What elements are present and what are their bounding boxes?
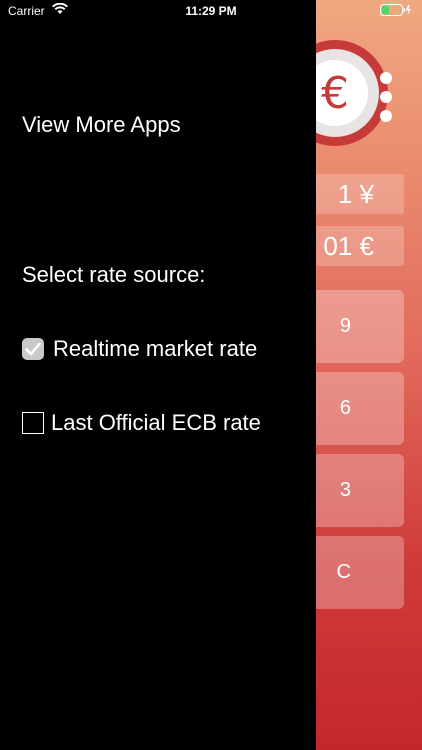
option-realtime-rate[interactable]: Realtime market rate bbox=[22, 336, 257, 362]
display-euro: 01 € bbox=[316, 226, 404, 266]
key-9[interactable]: 9 bbox=[316, 290, 404, 363]
option-realtime-label: Realtime market rate bbox=[53, 336, 258, 361]
svg-text:€: € bbox=[321, 68, 349, 119]
checkbox-checked-icon[interactable] bbox=[22, 338, 44, 360]
key-6[interactable]: 6 bbox=[316, 372, 404, 445]
side-drawer: View More Apps Select rate source: Realt… bbox=[0, 0, 316, 750]
key-clear[interactable]: C bbox=[316, 536, 404, 609]
rate-source-heading: Select rate source: bbox=[22, 262, 206, 287]
status-bar: Carrier 11:29 PM bbox=[0, 0, 422, 22]
converter-app-background: € 1 ¥ 01 € 9 6 3 C bbox=[316, 0, 422, 750]
option-ecb-label: Last Official ECB rate bbox=[51, 410, 261, 435]
currency-logo-icon[interactable]: € bbox=[316, 38, 390, 148]
display-yen: 1 ¥ bbox=[316, 174, 404, 214]
more-options-icon[interactable] bbox=[380, 72, 394, 129]
battery-icon bbox=[380, 4, 411, 16]
view-more-apps-link[interactable]: View More Apps bbox=[22, 112, 181, 138]
checkbox-unchecked-icon[interactable] bbox=[22, 412, 44, 434]
option-ecb-rate[interactable]: Last Official ECB rate bbox=[22, 410, 261, 436]
key-3[interactable]: 3 bbox=[316, 454, 404, 527]
clock: 11:29 PM bbox=[185, 4, 237, 18]
